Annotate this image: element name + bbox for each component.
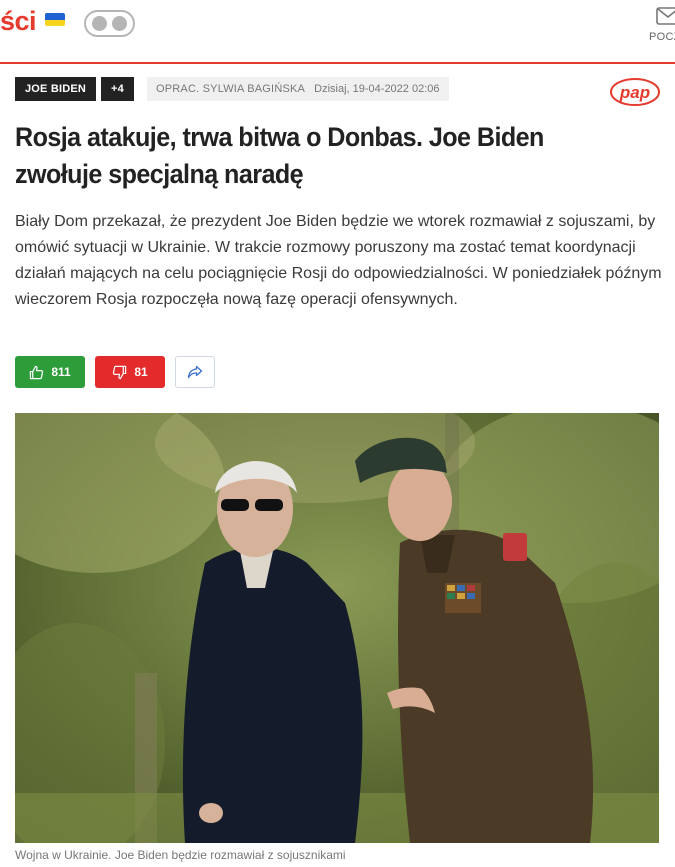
share-button[interactable]	[175, 356, 215, 388]
ukraine-flag-icon	[45, 13, 65, 26]
thumbs-up-icon	[30, 365, 44, 379]
photo-caption: Wojna w Ukrainie. Joe Biden będzie rozma…	[15, 848, 346, 862]
article-photo[interactable]	[15, 413, 659, 843]
pap-logo-text: pap	[619, 83, 650, 102]
dislike-button[interactable]: 81	[95, 356, 165, 388]
mail-icon[interactable]	[656, 7, 675, 25]
thumbs-down-icon	[113, 365, 127, 379]
toggle-knob-icon	[92, 16, 107, 31]
tag-joe-biden[interactable]: JOE BIDEN	[15, 77, 96, 101]
toggle-knob-icon	[112, 16, 127, 31]
tag-more-count[interactable]: +4	[101, 77, 134, 101]
dislike-count: 81	[134, 365, 148, 379]
article-meta: OPRAC. SYLWIA BAGIŃSKA Dzisiaj, 19-04-20…	[147, 77, 449, 101]
site-logo[interactable]: ści	[0, 6, 37, 37]
site-header: ści POCZ	[0, 0, 675, 64]
theme-toggle[interactable]	[84, 10, 135, 37]
mail-label[interactable]: POCZ	[649, 31, 675, 43]
pap-logo: pap	[610, 78, 660, 106]
like-button[interactable]: 811	[15, 356, 85, 388]
article-lead: Biały Dom przekazał, że prezydent Joe Bi…	[15, 213, 662, 308]
photo-illustration	[15, 413, 659, 843]
article-title: Rosja atakuje, trwa bitwa o Donbas. Joe …	[15, 122, 544, 189]
author: OPRAC. SYLWIA BAGIŃSKA	[156, 83, 306, 95]
like-count: 811	[51, 365, 71, 379]
publish-date: Dzisiaj, 19-04-2022 02:06	[314, 83, 440, 95]
share-arrow-icon	[187, 365, 203, 379]
